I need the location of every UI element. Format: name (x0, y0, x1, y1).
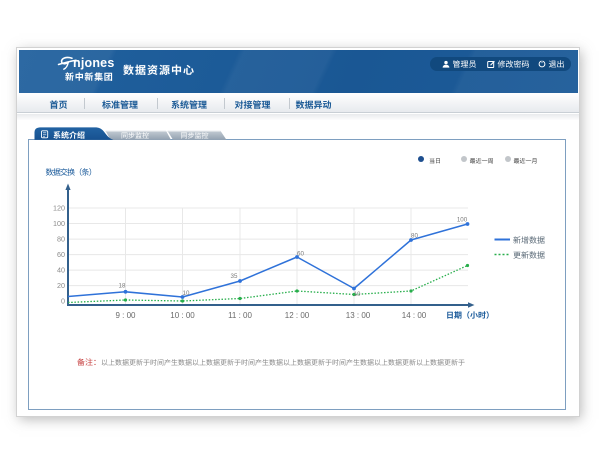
svg-text:12 : 00: 12 : 00 (285, 311, 310, 320)
svg-text:100: 100 (53, 219, 65, 228)
svg-text:10 : 00: 10 : 00 (170, 311, 195, 320)
svg-text:80: 80 (411, 233, 418, 240)
svg-text:40: 40 (57, 266, 65, 275)
svg-text:10: 10 (354, 291, 361, 298)
svg-text:13 : 00: 13 : 00 (346, 311, 371, 320)
svg-text:同步监控: 同步监控 (181, 132, 209, 140)
svg-text:日期（小时）: 日期（小时） (446, 311, 494, 320)
svg-text:9 : 00: 9 : 00 (115, 311, 136, 320)
svg-text:100: 100 (457, 217, 468, 224)
svg-text:0: 0 (61, 297, 65, 306)
svg-text:20: 20 (57, 281, 65, 290)
svg-text:60: 60 (297, 251, 304, 258)
svg-text:更新数据: 更新数据 (513, 251, 545, 260)
svg-text:同步监控: 同步监控 (121, 132, 149, 140)
svg-text:35: 35 (231, 273, 238, 280)
svg-text:新增数据: 新增数据 (513, 236, 545, 245)
svg-text:10: 10 (183, 290, 190, 297)
svg-text:系统介绍: 系统介绍 (53, 131, 85, 140)
svg-text:14 : 00: 14 : 00 (402, 311, 427, 320)
svg-text:60: 60 (57, 250, 65, 259)
svg-text:18: 18 (119, 283, 126, 290)
svg-text:120: 120 (53, 204, 65, 213)
svg-text:11 : 00: 11 : 00 (228, 311, 252, 320)
svg-text:80: 80 (57, 235, 65, 244)
